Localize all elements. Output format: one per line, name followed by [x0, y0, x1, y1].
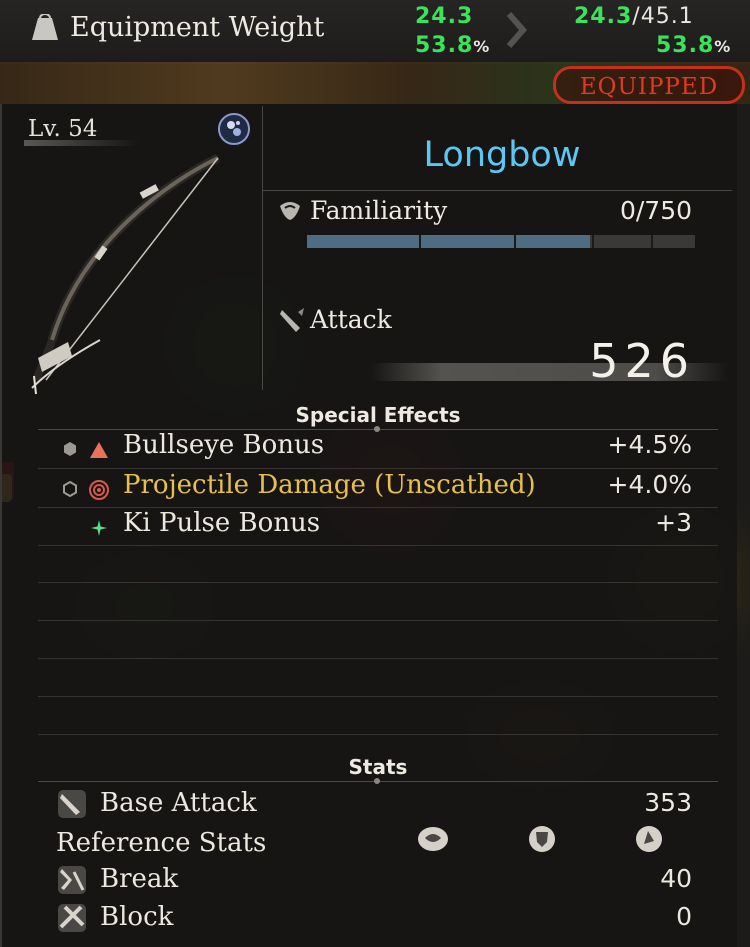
triangle-icon: [90, 442, 108, 458]
equipment-weight-label: Equipment Weight: [70, 12, 325, 43]
row-divider: [38, 658, 718, 659]
divider: [262, 190, 732, 191]
row-divider: [38, 696, 718, 697]
heart-stat-icon: [418, 827, 448, 851]
break-icon: [58, 866, 86, 894]
section-divider-dot: [374, 778, 380, 784]
row-divider: [38, 734, 718, 735]
sword-icon: [58, 790, 86, 818]
effect-value: +4.5%: [607, 430, 692, 459]
stats-title: Stats: [348, 755, 408, 779]
break-label: Break: [100, 864, 179, 894]
effect-name: Bullseye Bonus: [123, 430, 325, 460]
weapon-level: Lv. 54: [28, 116, 98, 142]
spirit-orb-icon: [218, 113, 250, 145]
stat-row-block: Block 0: [56, 900, 696, 938]
current-weight-percent: 53.8%: [415, 33, 491, 58]
row-divider: [38, 582, 718, 583]
row-divider: [38, 620, 718, 621]
row-divider: [38, 545, 718, 546]
effect-value: +4.0%: [607, 470, 692, 499]
effect-row: Projectile Damage (Unscathed) +4.0%: [62, 470, 702, 508]
effect-name: Ki Pulse Bonus: [123, 508, 321, 538]
equipped-badge: EQUIPPED: [553, 66, 745, 104]
familiarity-progress-bar: [307, 235, 695, 248]
effect-row: Bullseye Bonus +4.5%: [62, 430, 702, 468]
effect-value: +3: [655, 508, 692, 537]
bar-segment: [419, 235, 421, 248]
block-label: Block: [100, 902, 174, 932]
familiarity-label: Familiarity: [310, 196, 448, 225]
bar-segment: [514, 235, 516, 248]
familiarity-progress-fill: [307, 235, 591, 248]
target-icon: [89, 480, 109, 500]
break-value: 40: [660, 864, 692, 893]
block-icon: [58, 904, 86, 932]
chevron-right-icon: [506, 12, 527, 48]
equipment-weight-bar: Equipment Weight 24.3 53.8% 24.3/45.1 53…: [0, 0, 750, 64]
sparkle-icon: [91, 520, 107, 536]
base-attack-label: Base Attack: [100, 788, 257, 818]
stat-row-base-attack: Base Attack 353: [56, 786, 696, 824]
hexagon-bullet-icon: [64, 442, 76, 456]
block-value: 0: [676, 902, 692, 931]
familiarity-icon: [280, 202, 300, 220]
special-effects-title: Special Effects: [295, 403, 461, 427]
hexagon-outline-bullet-icon: [63, 481, 77, 497]
spirit-stat-icon: [636, 826, 662, 852]
stat-row-break: Break 40: [56, 862, 696, 900]
attack-value: 526: [589, 334, 695, 388]
current-weight: 24.3: [415, 4, 474, 29]
weight-icon: [32, 14, 58, 40]
familiarity-value: 0/750: [619, 196, 692, 225]
row-divider: [38, 468, 718, 469]
effect-row: Ki Pulse Bonus +3: [62, 508, 702, 546]
attack-icon: [280, 308, 304, 332]
weapon-name: Longbow: [423, 135, 581, 175]
new-weight-percent: 53.8%: [656, 33, 732, 58]
effect-name: Projectile Damage (Unscathed): [123, 470, 536, 500]
attack-label: Attack: [310, 305, 392, 334]
longbow-image: [31, 153, 220, 395]
base-attack-value: 353: [644, 788, 692, 817]
bar-segment: [651, 235, 653, 248]
new-weight: 24.3/45.1: [574, 4, 694, 29]
bar-segment: [592, 235, 594, 248]
shield-stat-icon: [529, 826, 555, 852]
reference-stats-label: Reference Stats: [56, 828, 267, 858]
